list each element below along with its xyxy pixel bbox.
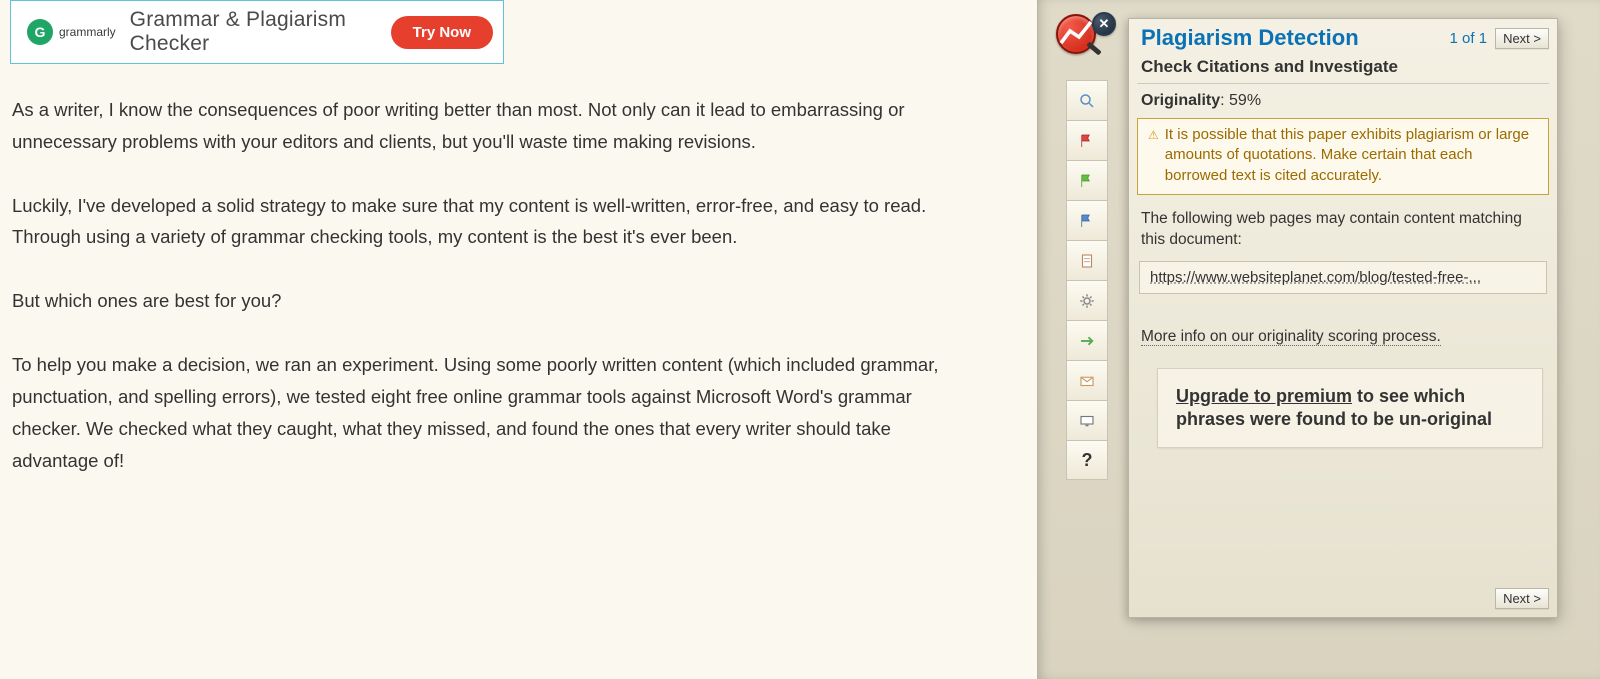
tool-flag-red[interactable] bbox=[1066, 120, 1108, 160]
next-button-top[interactable]: Next > bbox=[1495, 28, 1549, 49]
tool-mail[interactable] bbox=[1066, 360, 1108, 400]
match-note: The following web pages may contain cont… bbox=[1129, 199, 1557, 261]
article-paragraph: But which ones are best for you? bbox=[12, 285, 977, 317]
tool-help[interactable]: ? bbox=[1066, 440, 1108, 480]
originality-label: Originality bbox=[1141, 92, 1220, 109]
nav-position: 1 of 1 bbox=[1450, 30, 1488, 47]
warning-box: ⚠ It is possible that this paper exhibit… bbox=[1137, 118, 1549, 195]
tool-gear[interactable] bbox=[1066, 280, 1108, 320]
more-info-row: More info on our originality scoring pro… bbox=[1129, 294, 1557, 354]
popup-nav: 1 of 1 Next > bbox=[1450, 28, 1549, 49]
tool-monitor[interactable] bbox=[1066, 400, 1108, 440]
tool-document[interactable] bbox=[1066, 240, 1108, 280]
sidebar-toolbar: ? bbox=[1066, 80, 1108, 480]
next-button-bottom[interactable]: Next > bbox=[1495, 588, 1549, 609]
popup-footer: Next > bbox=[1129, 448, 1557, 617]
article-paragraph: To help you make a decision, we ran an e… bbox=[12, 349, 977, 476]
upgrade-callout[interactable]: Upgrade to premium to see which phrases … bbox=[1157, 368, 1543, 449]
ad-logo: G grammarly bbox=[27, 19, 116, 45]
ad-title: Grammar & Plagiarism Checker bbox=[130, 8, 391, 56]
originality-row: Originality: 59% bbox=[1129, 84, 1557, 116]
article-body: As a writer, I know the consequences of … bbox=[10, 64, 1037, 476]
tool-search[interactable] bbox=[1066, 80, 1108, 120]
close-badge-icon[interactable]: ✕ bbox=[1092, 12, 1116, 36]
try-now-button[interactable]: Try Now bbox=[391, 16, 493, 49]
popup-title: Plagiarism Detection bbox=[1141, 25, 1359, 51]
upgrade-link[interactable]: Upgrade to premium bbox=[1176, 386, 1352, 406]
plagiarism-popup: Plagiarism Detection 1 of 1 Next > Check… bbox=[1128, 18, 1558, 618]
plagiarism-badge: ✕ bbox=[1056, 12, 1114, 58]
article-paragraph: Luckily, I've developed a solid strategy… bbox=[12, 190, 977, 254]
ad-logo-text: grammarly bbox=[59, 25, 116, 39]
warning-icon: ⚠ bbox=[1148, 127, 1159, 186]
tool-arrow[interactable] bbox=[1066, 320, 1108, 360]
grammarly-logo-icon: G bbox=[27, 19, 53, 45]
tool-flag-green[interactable] bbox=[1066, 160, 1108, 200]
article-paragraph: As a writer, I know the consequences of … bbox=[12, 94, 977, 158]
article-pane: G grammarly Grammar & Plagiarism Checker… bbox=[0, 0, 1037, 679]
tool-flag-blue[interactable] bbox=[1066, 200, 1108, 240]
warning-text: It is possible that this paper exhibits … bbox=[1165, 125, 1538, 186]
popup-subtitle: Check Citations and Investigate bbox=[1129, 51, 1557, 83]
ad-banner[interactable]: G grammarly Grammar & Plagiarism Checker… bbox=[10, 0, 504, 64]
popup-header: Plagiarism Detection 1 of 1 Next > bbox=[1129, 19, 1557, 51]
originality-value: : 59% bbox=[1220, 92, 1261, 109]
analysis-sidebar: ✕ ? Plagiarism Detection 1 of 1 Next > C… bbox=[1037, 0, 1600, 679]
more-info-link[interactable]: More info on our originality scoring pro… bbox=[1141, 328, 1441, 346]
matching-url[interactable]: https://www.websiteplanet.com/blog/teste… bbox=[1139, 261, 1547, 294]
